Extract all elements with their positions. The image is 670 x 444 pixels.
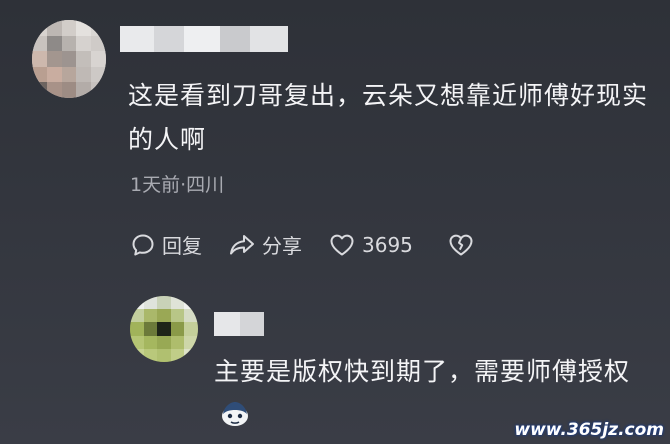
comment-action-bar: 回复 分享 3695 <box>130 230 475 259</box>
commenter-avatar[interactable] <box>32 20 106 98</box>
reply-label: 回复 <box>162 234 202 258</box>
avatar-mosaic <box>130 296 198 362</box>
reply-button[interactable]: 回复 <box>130 230 202 259</box>
reply-text: 主要是版权快到期了，需要师傅授权 <box>214 357 631 386</box>
comment-meta: 1天前·四川 <box>130 174 225 196</box>
watermark-text: www.365jz.com <box>514 420 664 440</box>
share-icon <box>228 232 256 258</box>
comment-text: 这是看到刀哥复出，云朵又想靠近师傅好现实的人啊 <box>128 81 649 154</box>
replier-name-redacted[interactable] <box>214 312 264 336</box>
dislike-button[interactable] <box>447 232 475 258</box>
commenter-name-redacted[interactable] <box>120 26 288 52</box>
reply-emoji-icon <box>218 398 252 428</box>
comment-icon <box>130 232 156 258</box>
dislike-heart-icon <box>447 232 475 258</box>
share-label: 分享 <box>262 234 302 258</box>
like-count: 3695 <box>362 232 413 257</box>
avatar-mosaic <box>32 20 106 98</box>
replier-avatar[interactable] <box>130 296 198 362</box>
heart-icon <box>328 232 356 258</box>
like-button[interactable]: 3695 <box>328 232 413 258</box>
share-button[interactable]: 分享 <box>228 230 302 259</box>
